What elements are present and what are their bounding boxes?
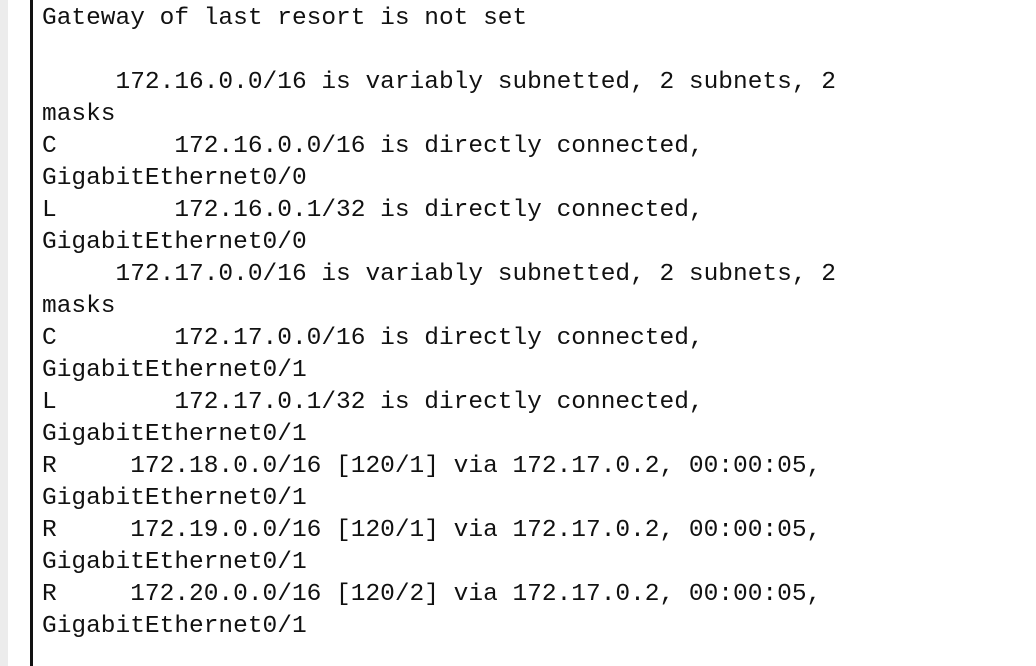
console-line-subnet-summary-172-16: 172.16.0.0/16 is variably subnetted, 2 s… — [42, 69, 836, 96]
console-line-gateway: Gateway of last resort is not set — [42, 5, 528, 32]
console-line-wrap: GigabitEthernet0/0 — [42, 229, 307, 256]
console-line-wrap: masks — [42, 101, 116, 128]
left-gutter — [0, 0, 8, 666]
console-line-route-r-172-18: R 172.18.0.0/16 [120/1] via 172.17.0.2, … — [42, 453, 822, 480]
console-line-wrap: GigabitEthernet0/1 — [42, 549, 307, 576]
console-line-wrap: GigabitEthernet0/1 — [42, 613, 307, 640]
console-line-route-r-172-20: R 172.20.0.0/16 [120/2] via 172.17.0.2, … — [42, 581, 822, 608]
console-line-route-l-172-16: L 172.16.0.1/32 is directly connected, — [42, 197, 704, 224]
console-line-wrap: GigabitEthernet0/0 — [42, 165, 307, 192]
console-line-route-l-172-17: L 172.17.0.1/32 is directly connected, — [42, 389, 704, 416]
console-line-route-c-172-17: C 172.17.0.0/16 is directly connected, — [42, 325, 704, 352]
console-line-subnet-summary-172-17: 172.17.0.0/16 is variably subnetted, 2 s… — [42, 261, 836, 288]
terminal-output-window[interactable]: Gateway of last resort is not set 172.16… — [30, 0, 1036, 666]
console-line-wrap: masks — [42, 293, 116, 320]
console-line-route-c-172-16: C 172.16.0.0/16 is directly connected, — [42, 133, 704, 160]
console-line-wrap: GigabitEthernet0/1 — [42, 485, 307, 512]
console-line-route-r-172-19: R 172.19.0.0/16 [120/1] via 172.17.0.2, … — [42, 517, 822, 544]
console-line-wrap: GigabitEthernet0/1 — [42, 357, 307, 384]
routing-table-output: Gateway of last resort is not set 172.16… — [42, 3, 836, 643]
console-line-wrap: GigabitEthernet0/1 — [42, 421, 307, 448]
console-line-blank — [42, 35, 836, 67]
